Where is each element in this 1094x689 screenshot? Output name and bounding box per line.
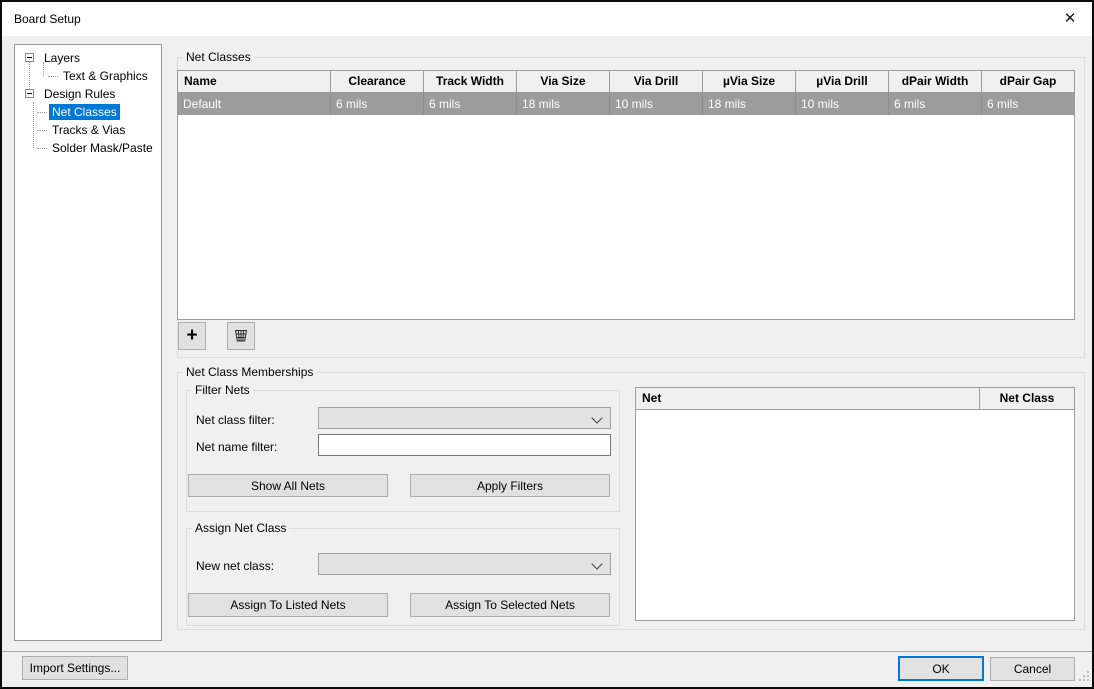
show-all-nets-button[interactable]: Show All Nets [188, 474, 388, 497]
collapse-expander-icon[interactable] [25, 53, 34, 62]
trash-icon [232, 326, 250, 347]
memberships-group-label: Net Class Memberships [183, 365, 316, 379]
column-header[interactable]: Name [178, 71, 331, 92]
ok-button[interactable]: OK [898, 656, 984, 681]
new-net-class-label: New net class: [196, 559, 274, 573]
assign-listed-nets-button[interactable]: Assign To Listed Nets [188, 593, 388, 617]
sidebar-item-design-rules[interactable]: Design Rules [15, 85, 161, 103]
sidebar-item-label: Solder Mask/Paste [49, 140, 156, 156]
assign-selected-nets-button[interactable]: Assign To Selected Nets [410, 593, 610, 617]
cancel-button[interactable]: Cancel [990, 657, 1075, 681]
delete-net-class-button[interactable] [227, 322, 255, 350]
import-settings-button[interactable]: Import Settings... [22, 656, 128, 680]
sidebar-item-label: Tracks & Vias [49, 122, 128, 138]
settings-tree: Layers Text & Graphics Design Rules Net Cla… [14, 44, 162, 641]
column-header[interactable]: µVia Size [703, 71, 796, 92]
net-classes-table: NameClearanceTrack WidthVia SizeVia Dril… [177, 70, 1075, 320]
net-class-cell: 18 mils [517, 93, 610, 115]
sidebar-item-solder-mask-paste[interactable]: Solder Mask/Paste [15, 139, 161, 157]
sidebar-item-tracks-vias[interactable]: Tracks & Vias [15, 121, 161, 139]
column-header[interactable]: Via Size [517, 71, 610, 92]
plus-icon: + [186, 324, 197, 348]
column-header[interactable]: Net [636, 388, 980, 409]
add-net-class-button[interactable]: + [178, 322, 206, 350]
net-class-cell: 6 mils [331, 93, 424, 115]
tree-connector [43, 62, 44, 76]
tree-connector [37, 148, 47, 149]
net-memberships-table: NetNet Class [635, 387, 1075, 621]
column-header[interactable]: Track Width [424, 71, 517, 92]
net-table-header: NetNet Class [636, 388, 1074, 410]
resize-grip[interactable] [1077, 669, 1090, 685]
collapse-expander-icon[interactable] [25, 89, 34, 98]
tree-connector [37, 130, 47, 131]
net-class-cell: 10 mils [610, 93, 703, 115]
new-net-class-dropdown[interactable] [318, 553, 611, 575]
tree-connector [37, 112, 47, 113]
net-class-cell: Default [178, 93, 331, 115]
chevron-down-icon [591, 558, 602, 569]
net-class-row[interactable]: Default6 mils6 mils18 mils10 mils18 mils… [178, 93, 1074, 115]
sidebar-item-label: Layers [41, 50, 83, 66]
column-header[interactable]: dPair Width [889, 71, 982, 92]
net-class-cell: 10 mils [796, 93, 889, 115]
net-class-cell: 6 mils [424, 93, 517, 115]
net-name-filter-input[interactable] [318, 434, 611, 456]
footer-divider [2, 651, 1092, 652]
tree-connector [33, 102, 34, 148]
net-classes-table-body: Default6 mils6 mils18 mils10 mils18 mils… [178, 93, 1074, 115]
close-icon[interactable]: ✕ [1056, 7, 1084, 31]
net-class-filter-label: Net class filter: [196, 413, 275, 427]
apply-filters-button[interactable]: Apply Filters [410, 474, 610, 497]
sidebar-item-layers[interactable]: Layers [15, 49, 161, 67]
net-class-cell: 6 mils [982, 93, 1074, 115]
net-name-filter-label: Net name filter: [196, 440, 277, 454]
tree-connector [48, 76, 58, 77]
sidebar-item-net-classes[interactable]: Net Classes [15, 103, 161, 121]
column-header[interactable]: Via Drill [610, 71, 703, 92]
column-header[interactable]: µVia Drill [796, 71, 889, 92]
net-classes-group-label: Net Classes [183, 50, 254, 64]
sidebar-item-text-graphics[interactable]: Text & Graphics [15, 67, 161, 85]
assign-net-class-group-label: Assign Net Class [192, 521, 289, 535]
net-class-cell: 6 mils [889, 93, 982, 115]
tree-connector [29, 62, 30, 89]
sidebar-item-label: Net Classes [49, 104, 120, 120]
chevron-down-icon [591, 412, 602, 423]
column-header[interactable]: dPair Gap [982, 71, 1074, 92]
board-setup-dialog: Board Setup ✕ Layers Text & Graphics Desig… [0, 0, 1094, 689]
sidebar-item-label: Design Rules [41, 86, 118, 102]
filter-nets-group-label: Filter Nets [192, 383, 253, 397]
column-header[interactable]: Net Class [980, 388, 1074, 409]
column-header[interactable]: Clearance [331, 71, 424, 92]
window-title: Board Setup [14, 12, 81, 26]
sidebar-item-label: Text & Graphics [60, 68, 151, 84]
net-classes-table-header: NameClearanceTrack WidthVia SizeVia Dril… [178, 71, 1074, 93]
net-class-filter-dropdown[interactable] [318, 407, 611, 429]
title-bar: Board Setup ✕ [2, 2, 1092, 36]
net-class-cell: 18 mils [703, 93, 796, 115]
